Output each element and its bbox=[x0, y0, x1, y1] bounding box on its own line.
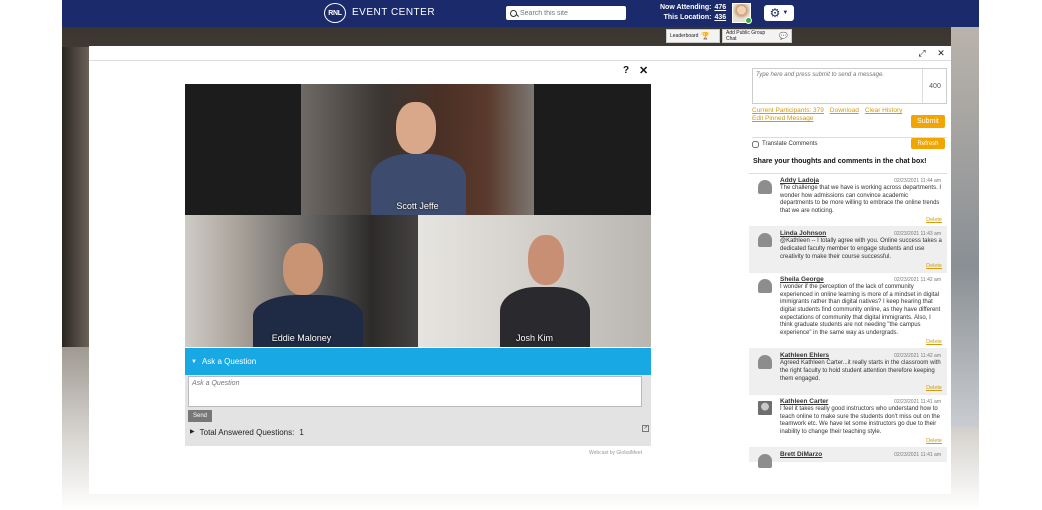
delete-link[interactable]: Delete bbox=[780, 339, 942, 345]
attendance-counter: Now Attending: 476 This Location: 436 bbox=[660, 3, 726, 23]
video-tile-speaker-3[interactable]: Josh Kim bbox=[418, 215, 651, 347]
chevron-right-icon: ▶ bbox=[190, 429, 195, 435]
user-icon bbox=[758, 180, 772, 194]
user-icon bbox=[758, 279, 772, 294]
send-question-button[interactable]: Send bbox=[188, 410, 212, 422]
edit-pinned-message-link[interactable]: Edit Pinned Message bbox=[752, 115, 813, 122]
leaderboard-label: Leaderboard bbox=[670, 33, 699, 39]
participant-name: Josh Kim bbox=[515, 333, 553, 343]
popout-icon[interactable]: ↗ bbox=[642, 425, 649, 432]
participant-name: Eddie Maloney bbox=[271, 333, 332, 343]
user-icon bbox=[758, 454, 772, 469]
message-time: 02/23/2021 11:41 am bbox=[894, 399, 941, 406]
message-text: @Kathleen -- I totally agree with you. O… bbox=[780, 238, 942, 260]
user-avatar[interactable] bbox=[732, 3, 752, 24]
close-video-button[interactable]: ✕ bbox=[639, 64, 648, 77]
video-grid[interactable]: Scott Jeffe Eddie Maloney Josh Kim bbox=[185, 84, 651, 347]
answered-questions-toggle[interactable]: ▶ Total Answered Questions: 1 bbox=[190, 428, 304, 437]
chat-panel: 400 Current Participants: 379 Download Cle… bbox=[749, 66, 947, 494]
online-status-icon bbox=[745, 17, 752, 24]
chevron-down-icon: ▼ bbox=[191, 358, 197, 365]
character-count: 400 bbox=[929, 82, 941, 90]
now-attending-label: Now Attending: bbox=[660, 4, 712, 11]
background-window-left bbox=[62, 47, 89, 347]
search-box[interactable] bbox=[506, 6, 626, 20]
ask-question-title: Ask a Question bbox=[201, 357, 257, 366]
chat-message: Addy Ladoja 02/23/2021 11:44 am The chal… bbox=[749, 174, 947, 228]
globalmeet-logo: GlobalMeet bbox=[616, 450, 642, 456]
webcast-label: Webcast by bbox=[589, 450, 616, 456]
chat-message: Brett DiMarzo 02/23/2021 11:41 am bbox=[749, 448, 947, 469]
chevron-down-icon: ▼ bbox=[782, 10, 789, 16]
question-input[interactable] bbox=[188, 376, 642, 407]
brand-title: EVENT CENTER bbox=[352, 7, 436, 18]
gear-icon: ⚙ bbox=[769, 6, 781, 20]
message-time: 02/23/2021 11:41 am bbox=[894, 452, 941, 459]
delete-link[interactable]: Delete bbox=[780, 217, 942, 223]
webcast-credit: Webcast by GlobalMeet bbox=[589, 450, 642, 456]
leaderboard-tab[interactable]: Leaderboard 🏆 bbox=[666, 29, 720, 43]
chat-message: Sheila George 02/23/2021 11:42 am I wond… bbox=[749, 273, 947, 350]
user-icon bbox=[758, 233, 772, 248]
close-modal-button[interactable]: ✕ bbox=[935, 48, 947, 59]
now-attending-value[interactable]: 476 bbox=[714, 4, 726, 11]
message-text: I wonder if the perception of the lack o… bbox=[780, 284, 941, 336]
session-modal: ⤢ ✕ ? ✕ Scott Jeffe Eddie Maloney Josh K… bbox=[89, 46, 951, 494]
expand-icon[interactable]: ⤢ bbox=[915, 48, 929, 59]
help-button[interactable]: ? bbox=[623, 65, 629, 76]
chat-message-list[interactable]: Addy Ladoja 02/23/2021 11:44 am The chal… bbox=[749, 173, 947, 494]
trophy-icon: 🏆 bbox=[701, 33, 711, 40]
video-tile-speaker-2[interactable]: Eddie Maloney bbox=[185, 215, 418, 347]
this-location-value[interactable]: 436 bbox=[714, 14, 726, 21]
add-group-chat-label: Add Public Group Chat bbox=[726, 30, 766, 42]
translate-checkbox[interactable] bbox=[752, 140, 759, 148]
message-time: 02/23/2021 11:43 am bbox=[894, 231, 941, 238]
event-center-page: RNL EVENT CENTER Now Attending:476 This … bbox=[0, 0, 1042, 510]
participant-name: Scott Jeffe bbox=[396, 201, 439, 211]
refresh-button[interactable]: Refresh bbox=[911, 138, 945, 149]
clear-history-link[interactable]: Clear History bbox=[865, 107, 903, 114]
ask-question-header[interactable]: ▼ Ask a Question bbox=[185, 348, 651, 375]
chat-bubble-icon: 💬 bbox=[779, 33, 788, 40]
message-time: 02/23/2021 11:42 am bbox=[894, 353, 941, 360]
add-group-chat-tab[interactable]: Add Public Group Chat 💬 bbox=[722, 29, 792, 43]
background-window-right bbox=[951, 27, 979, 427]
settings-menu-button[interactable]: ⚙ ▼ bbox=[764, 5, 794, 21]
message-text: I feel it takes really good instructors … bbox=[780, 406, 940, 435]
download-link[interactable]: Download bbox=[830, 107, 859, 114]
message-time: 02/23/2021 11:42 am bbox=[894, 277, 941, 284]
ask-question-panel: Send ▶ Total Answered Questions: 1 ↗ bbox=[185, 375, 651, 446]
chat-message: Kathleen Carter 02/23/2021 11:41 am I fe… bbox=[749, 395, 947, 449]
search-icon bbox=[510, 9, 517, 17]
chat-message: Kathleen Ehlers 02/23/2021 11:42 am Agre… bbox=[749, 349, 947, 396]
delete-link[interactable]: Delete bbox=[780, 385, 942, 391]
answered-label: Total Answered Questions: bbox=[199, 428, 295, 437]
chat-message: Linda Johnson 02/23/2021 11:43 am @Kathl… bbox=[749, 227, 947, 274]
translate-label: Translate Comments bbox=[762, 141, 818, 147]
rnl-logo[interactable]: RNL bbox=[324, 3, 346, 23]
chat-message-input[interactable] bbox=[753, 69, 923, 103]
answered-count: 1 bbox=[299, 428, 304, 437]
chat-prompt: Share your thoughts and comments in the … bbox=[753, 158, 927, 165]
modal-toolbar: ⤢ ✕ bbox=[89, 46, 951, 61]
chat-compose-box: 400 bbox=[752, 68, 947, 104]
user-icon bbox=[758, 355, 772, 370]
message-text: Agreed Kathleen Carter...it really start… bbox=[780, 360, 941, 382]
top-nav-bar: RNL EVENT CENTER Now Attending:476 This … bbox=[62, 0, 979, 27]
submit-button[interactable]: Submit bbox=[911, 115, 945, 128]
user-photo-icon bbox=[758, 401, 772, 416]
video-tile-speaker-1[interactable]: Scott Jeffe bbox=[301, 84, 534, 215]
message-text: The challenge that we have is working ac… bbox=[780, 185, 942, 214]
chat-links: Current Participants: 379 Download Clear H… bbox=[752, 107, 912, 123]
search-input[interactable] bbox=[520, 9, 620, 17]
this-location-label: This Location: bbox=[663, 14, 712, 21]
message-time: 02/23/2021 11:44 am bbox=[894, 178, 941, 184]
delete-link[interactable]: Delete bbox=[780, 263, 942, 269]
delete-link[interactable]: Delete bbox=[780, 438, 942, 444]
current-participants-link[interactable]: Current Participants: 379 bbox=[752, 107, 824, 114]
